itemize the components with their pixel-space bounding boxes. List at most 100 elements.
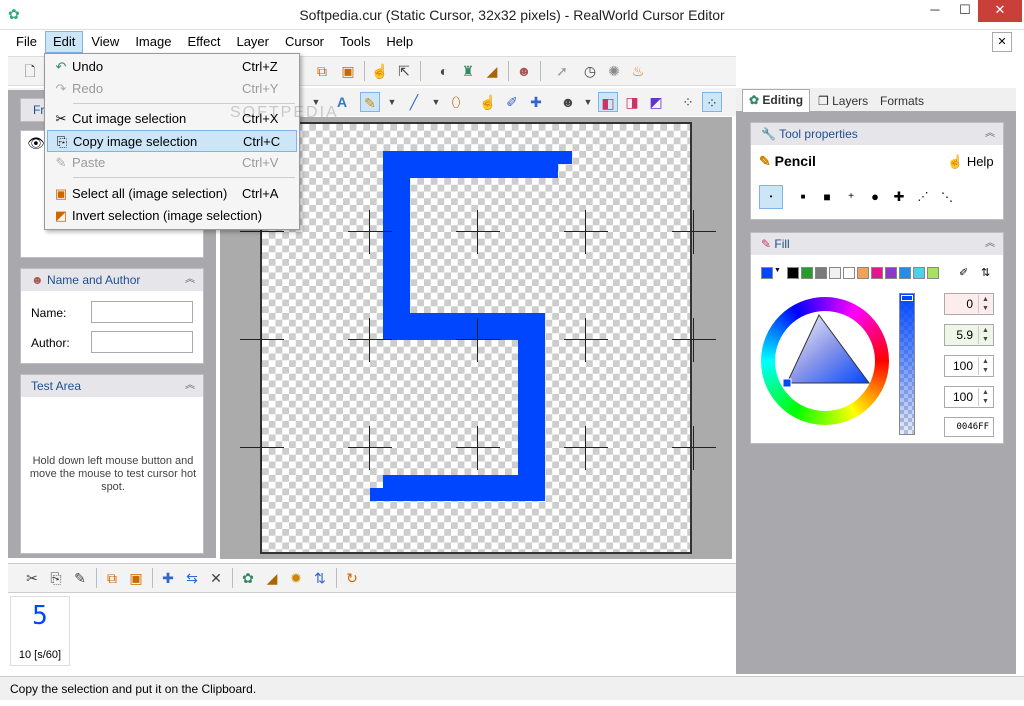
paste-frame-icon[interactable]: ✎ xyxy=(70,568,90,588)
mdi-close-button[interactable]: ✕ xyxy=(992,32,1012,52)
hue-input[interactable]: 0 ▲ ▼ xyxy=(944,293,994,315)
eye-icon[interactable]: 👁 xyxy=(27,135,45,152)
ruler-icon[interactable]: ◢ xyxy=(482,61,502,81)
fill-header[interactable]: ✎ Fill ︽ xyxy=(751,233,1003,255)
dots-selected-icon[interactable]: ⁘ xyxy=(702,92,722,112)
stamp-icon[interactable]: ♜ xyxy=(458,61,478,81)
name-field[interactable] xyxy=(91,301,193,323)
swatch-orange[interactable] xyxy=(857,267,869,279)
tab-editing[interactable]: ✿ Editing xyxy=(742,89,811,112)
fire-icon[interactable]: ♨ xyxy=(628,61,648,81)
color-triangle[interactable] xyxy=(761,297,889,425)
new-icon[interactable]: 🗋 xyxy=(20,61,40,81)
tab-formats[interactable]: Formats xyxy=(874,91,930,111)
blend-icon-3[interactable]: ◩ xyxy=(646,92,666,112)
color-wheel[interactable] xyxy=(761,297,889,425)
frame-thumbnail[interactable]: 5 10 [s/60] xyxy=(10,596,70,666)
blend-icon[interactable]: ◧ xyxy=(598,92,618,112)
user-icon[interactable]: ☻ xyxy=(514,61,534,81)
menu-layer[interactable]: Layer xyxy=(228,31,277,53)
brush-size-6[interactable]: ✚ xyxy=(887,185,911,209)
alpha-slider[interactable] xyxy=(899,293,915,435)
line-tool-icon[interactable]: ╱ xyxy=(404,92,424,112)
delete-icon[interactable]: ✕ xyxy=(206,568,226,588)
menu-image[interactable]: Image xyxy=(127,31,179,53)
arrow-cursor-icon[interactable]: ➚ xyxy=(552,61,572,81)
menu-item-undo[interactable]: ↶ Undo Ctrl+Z xyxy=(47,56,297,78)
collapse-icon[interactable]: ︽ xyxy=(985,233,995,255)
brush-size-5[interactable]: ● xyxy=(863,185,887,209)
menu-effect[interactable]: Effect xyxy=(179,31,228,53)
clock-icon[interactable]: ◷ xyxy=(580,61,600,81)
name-author-header[interactable]: ☻ Name and Author ︽ xyxy=(21,269,203,291)
image-canvas[interactable] xyxy=(240,122,716,554)
collapse-icon[interactable]: ︽ xyxy=(185,269,195,291)
menu-item-redo[interactable]: ↷ Redo Ctrl+Y xyxy=(47,78,297,100)
spin-arrows[interactable]: ▲ ▼ xyxy=(978,326,992,344)
spin-arrows[interactable]: ▲ ▼ xyxy=(978,295,992,313)
swatch-cyan[interactable] xyxy=(913,267,925,279)
spin-arrows[interactable]: ▲ ▼ xyxy=(978,357,992,375)
swatch-blue[interactable] xyxy=(899,267,911,279)
menu-item-select-all[interactable]: ▣ Select all (image selection) Ctrl+A xyxy=(47,183,297,205)
menu-item-invert-selection[interactable]: ◩ Invert selection (image selection) xyxy=(47,205,297,227)
gear-icon[interactable]: ✹ xyxy=(286,568,306,588)
eyedropper-icon[interactable]: ✐ xyxy=(959,266,968,279)
menu-help[interactable]: Help xyxy=(378,31,421,53)
swap-icon[interactable]: ⇅ xyxy=(981,266,990,279)
crosshair-icon[interactable]: ✚ xyxy=(526,92,546,112)
palette-icon[interactable]: ✿ xyxy=(238,568,258,588)
sort-icon[interactable]: ⇅ xyxy=(310,568,330,588)
copy-frame-icon[interactable]: ⎘ xyxy=(46,568,66,588)
spin-arrows[interactable]: ▲ ▼ xyxy=(978,388,992,406)
menu-tools[interactable]: Tools xyxy=(332,31,378,53)
swatch-green[interactable] xyxy=(801,267,813,279)
menu-file[interactable]: File xyxy=(8,31,45,53)
chevron-down-icon[interactable]: ▼ xyxy=(426,92,446,112)
minimize-button[interactable]: ─ xyxy=(920,0,950,22)
swatch-white-2[interactable] xyxy=(843,267,855,279)
dots-icon[interactable]: ⁘ xyxy=(678,92,698,112)
layer-merge-icon[interactable]: ▣ xyxy=(338,61,358,81)
saturation-input[interactable]: 5.9 ▲ ▼ xyxy=(944,324,994,346)
close-button[interactable]: ✕ xyxy=(978,0,1022,22)
brush-size-8[interactable]: ⋱ xyxy=(935,185,959,209)
brush-size-3[interactable]: ■ xyxy=(815,185,839,209)
swatch-lime[interactable] xyxy=(927,267,939,279)
refresh-icon[interactable]: ↻ xyxy=(342,568,362,588)
user-tool-icon[interactable]: ☻ xyxy=(558,92,578,112)
current-color-swatch[interactable] xyxy=(761,267,773,279)
alpha-input[interactable]: 100 ▲ ▼ xyxy=(944,386,994,408)
swatch-magenta[interactable] xyxy=(871,267,883,279)
brush-size-7[interactable]: ⋰ xyxy=(911,185,935,209)
value-input[interactable]: 100 ▲ ▼ xyxy=(944,355,994,377)
maximize-button[interactable]: ☐ xyxy=(950,0,980,22)
swatch-white[interactable] xyxy=(829,267,841,279)
add-icon[interactable]: ✚ xyxy=(158,568,178,588)
author-field[interactable] xyxy=(91,331,193,353)
tool-properties-header[interactable]: 🔧 Tool properties ︽ xyxy=(751,123,1003,145)
swatch-purple[interactable] xyxy=(885,267,897,279)
insert-frame-icon[interactable]: ⧉ xyxy=(102,568,122,588)
finger-tool-icon[interactable]: ☝ xyxy=(478,92,498,112)
duplicate-frame-icon[interactable]: ▣ xyxy=(126,568,146,588)
menu-item-paste[interactable]: ✎ Paste Ctrl+V xyxy=(47,152,297,174)
tab-layers[interactable]: ❒ Layers xyxy=(812,91,874,111)
collapse-icon[interactable]: ︽ xyxy=(985,123,995,145)
brush-size-2[interactable]: ■ xyxy=(791,185,815,209)
menu-view[interactable]: View xyxy=(83,31,127,53)
hex-input[interactable]: 0046FF xyxy=(944,417,994,437)
chevron-down-icon[interactable]: ▼ xyxy=(382,92,402,112)
chevron-down-icon[interactable]: ▼ xyxy=(774,267,781,274)
swatch-gray[interactable] xyxy=(815,267,827,279)
fill-tool-icon[interactable]: ⬯ xyxy=(446,92,466,112)
contrast-icon[interactable]: ◐ xyxy=(434,61,454,81)
swatch-black[interactable] xyxy=(787,267,799,279)
eyedropper-icon[interactable]: ✐ xyxy=(502,92,522,112)
brush-size-1[interactable]: • xyxy=(759,185,783,209)
layer-copy-icon[interactable]: ⧉ xyxy=(312,61,332,81)
menu-item-copy[interactable]: ⎘ Copy image selection Ctrl+C xyxy=(47,130,297,152)
busy-icon[interactable]: ✺ xyxy=(604,61,624,81)
test-area-header[interactable]: Test Area ︽ xyxy=(21,375,203,397)
pointer-plus-icon[interactable]: ⇱ xyxy=(394,61,414,81)
